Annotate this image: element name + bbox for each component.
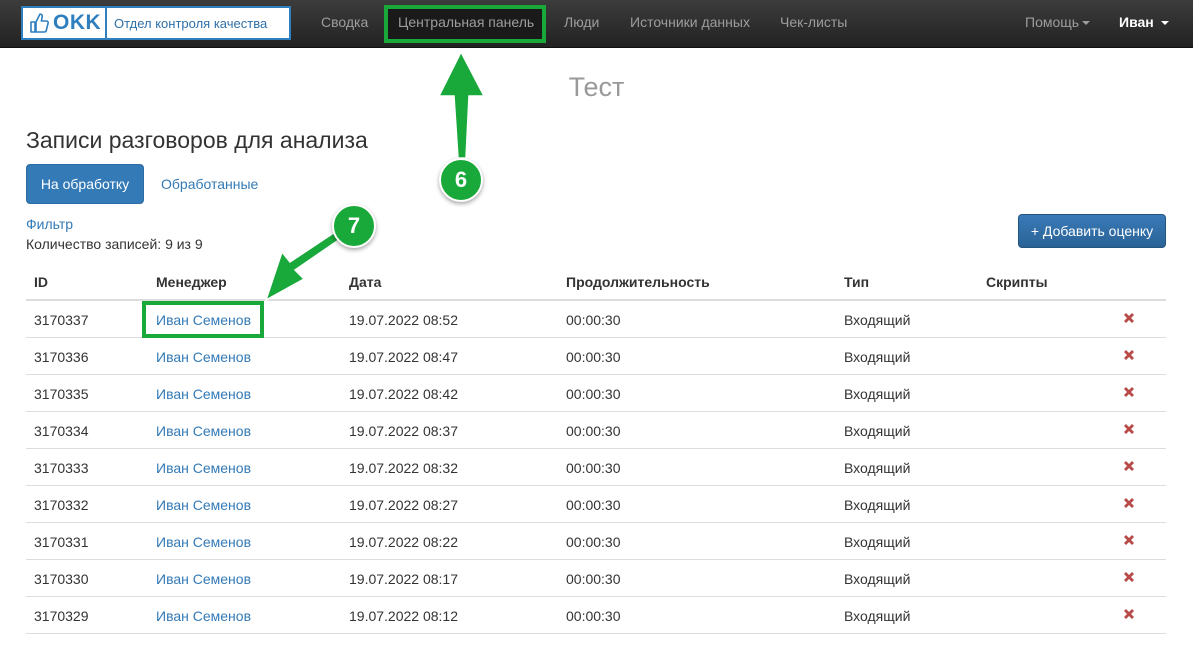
remove-icon[interactable]: [1121, 569, 1137, 585]
table-row: 3170330 Иван Семенов 19.07.2022 08:17 00…: [26, 560, 1166, 597]
user-menu-label: Иван: [1119, 14, 1154, 30]
caret-down-icon: [1160, 21, 1169, 26]
cell-id: 3170337: [34, 312, 89, 328]
table-row: 3170336 Иван Семенов 19.07.2022 08:47 00…: [26, 338, 1166, 375]
step-badge-6: 6: [439, 158, 483, 202]
nav-item-summary[interactable]: Сводка: [321, 14, 368, 30]
cell-date: 19.07.2022 08:22: [349, 534, 458, 550]
cell-duration: 00:00:30: [566, 349, 621, 365]
cell-id: 3170335: [34, 386, 89, 402]
table-row: 3170333 Иван Семенов 19.07.2022 08:32 00…: [26, 449, 1166, 486]
cell-manager-link[interactable]: Иван Семенов: [156, 423, 251, 439]
cell-id: 3170336: [34, 349, 89, 365]
brand-okk-text: OKK: [53, 11, 102, 34]
help-menu[interactable]: Помощь: [1025, 14, 1091, 30]
add-rating-button[interactable]: + Добавить оценку: [1018, 214, 1166, 248]
cell-type: Входящий: [844, 571, 911, 587]
filter-link[interactable]: Фильтр: [26, 216, 73, 232]
cell-date: 19.07.2022 08:52: [349, 312, 458, 328]
cell-manager-link[interactable]: Иван Семенов: [156, 386, 251, 402]
remove-icon[interactable]: [1121, 310, 1137, 326]
cell-date: 19.07.2022 08:47: [349, 349, 458, 365]
step-badge-7: 7: [332, 204, 376, 248]
table-header: ID Менеджер Дата Продолжительность Тип С…: [26, 264, 1166, 301]
cell-type: Входящий: [844, 312, 911, 328]
cell-id: 3170332: [34, 497, 89, 513]
nav-item-dashboard[interactable]: Центральная панель: [398, 14, 534, 30]
cell-duration: 00:00:30: [566, 386, 621, 402]
remove-icon[interactable]: [1121, 421, 1137, 437]
cell-duration: 00:00:30: [566, 497, 621, 513]
cell-type: Входящий: [844, 386, 911, 402]
table-row: 3170332 Иван Семенов 19.07.2022 08:27 00…: [26, 486, 1166, 523]
page-title: Тест: [568, 72, 625, 102]
cell-manager-link[interactable]: Иван Семенов: [156, 497, 251, 513]
manager-highlight-frame: [142, 301, 264, 338]
cell-date: 19.07.2022 08:12: [349, 608, 458, 624]
thumbs-up-icon: [30, 13, 49, 33]
cell-id: 3170333: [34, 460, 89, 476]
cell-id: 3170329: [34, 608, 89, 624]
tab-pending[interactable]: На обработку: [26, 164, 144, 204]
records-count: Количество записей: 9 из 9: [26, 236, 203, 252]
remove-icon[interactable]: [1121, 347, 1137, 363]
cell-duration: 00:00:30: [566, 534, 621, 550]
col-header-scripts[interactable]: Скрипты: [986, 274, 1048, 290]
cell-manager-link[interactable]: Иван Семенов: [156, 460, 251, 476]
cell-id: 3170331: [34, 534, 89, 550]
cell-manager-link[interactable]: Иван Семенов: [156, 349, 251, 365]
user-menu[interactable]: Иван: [1119, 14, 1169, 30]
cell-manager-link[interactable]: Иван Семенов: [156, 534, 251, 550]
remove-icon[interactable]: [1121, 606, 1137, 622]
brand-logo-mark: OKK: [23, 8, 107, 38]
remove-icon[interactable]: [1121, 458, 1137, 474]
cell-duration: 00:00:30: [566, 571, 621, 587]
table-row: 3170329 Иван Семенов 19.07.2022 08:12 00…: [26, 597, 1166, 634]
cell-duration: 00:00:30: [566, 608, 621, 624]
table-row: 3170335 Иван Семенов 19.07.2022 08:42 00…: [26, 375, 1166, 412]
cell-type: Входящий: [844, 423, 911, 439]
top-navbar: OKK Отдел контроля качества Сводка Центр…: [0, 0, 1193, 48]
col-header-manager[interactable]: Менеджер: [156, 274, 227, 290]
col-header-date[interactable]: Дата: [349, 274, 381, 290]
table-body: 3170337 Иван Семенов 19.07.2022 08:52 00…: [26, 301, 1166, 634]
arrow-up-icon: [437, 50, 486, 159]
cell-duration: 00:00:30: [566, 423, 621, 439]
col-header-type[interactable]: Тип: [844, 274, 869, 290]
table-row: 3170331 Иван Семенов 19.07.2022 08:22 00…: [26, 523, 1166, 560]
remove-icon[interactable]: [1121, 495, 1137, 511]
cell-date: 19.07.2022 08:27: [349, 497, 458, 513]
cell-type: Входящий: [844, 497, 911, 513]
cell-manager-link[interactable]: Иван Семенов: [156, 608, 251, 624]
nav-item-people[interactable]: Люди: [564, 14, 599, 30]
brand-logo[interactable]: OKK Отдел контроля качества: [21, 6, 291, 40]
col-header-id[interactable]: ID: [34, 274, 48, 290]
col-header-duration[interactable]: Продолжительность: [566, 274, 710, 290]
cell-date: 19.07.2022 08:42: [349, 386, 458, 402]
tab-processed[interactable]: Обработанные: [161, 176, 258, 192]
section-title: Записи разговоров для анализа: [26, 127, 368, 153]
cell-date: 19.07.2022 08:32: [349, 460, 458, 476]
cell-id: 3170334: [34, 423, 89, 439]
nav-item-checklists[interactable]: Чек-листы: [780, 14, 847, 30]
table-row: 3170334 Иван Семенов 19.07.2022 08:37 00…: [26, 412, 1166, 449]
nav-item-data-sources[interactable]: Источники данных: [630, 14, 750, 30]
cell-date: 19.07.2022 08:17: [349, 571, 458, 587]
brand-subtitle: Отдел контроля качества: [114, 15, 268, 31]
cell-duration: 00:00:30: [566, 312, 621, 328]
cell-type: Входящий: [844, 608, 911, 624]
cell-type: Входящий: [844, 534, 911, 550]
help-menu-label: Помощь: [1025, 14, 1080, 30]
cell-type: Входящий: [844, 460, 911, 476]
remove-icon[interactable]: [1121, 532, 1137, 548]
cell-id: 3170330: [34, 571, 89, 587]
remove-icon[interactable]: [1121, 384, 1137, 400]
cell-manager-link[interactable]: Иван Семенов: [156, 571, 251, 587]
caret-down-icon: [1082, 21, 1091, 26]
cell-type: Входящий: [844, 349, 911, 365]
cell-duration: 00:00:30: [566, 460, 621, 476]
cell-date: 19.07.2022 08:37: [349, 423, 458, 439]
